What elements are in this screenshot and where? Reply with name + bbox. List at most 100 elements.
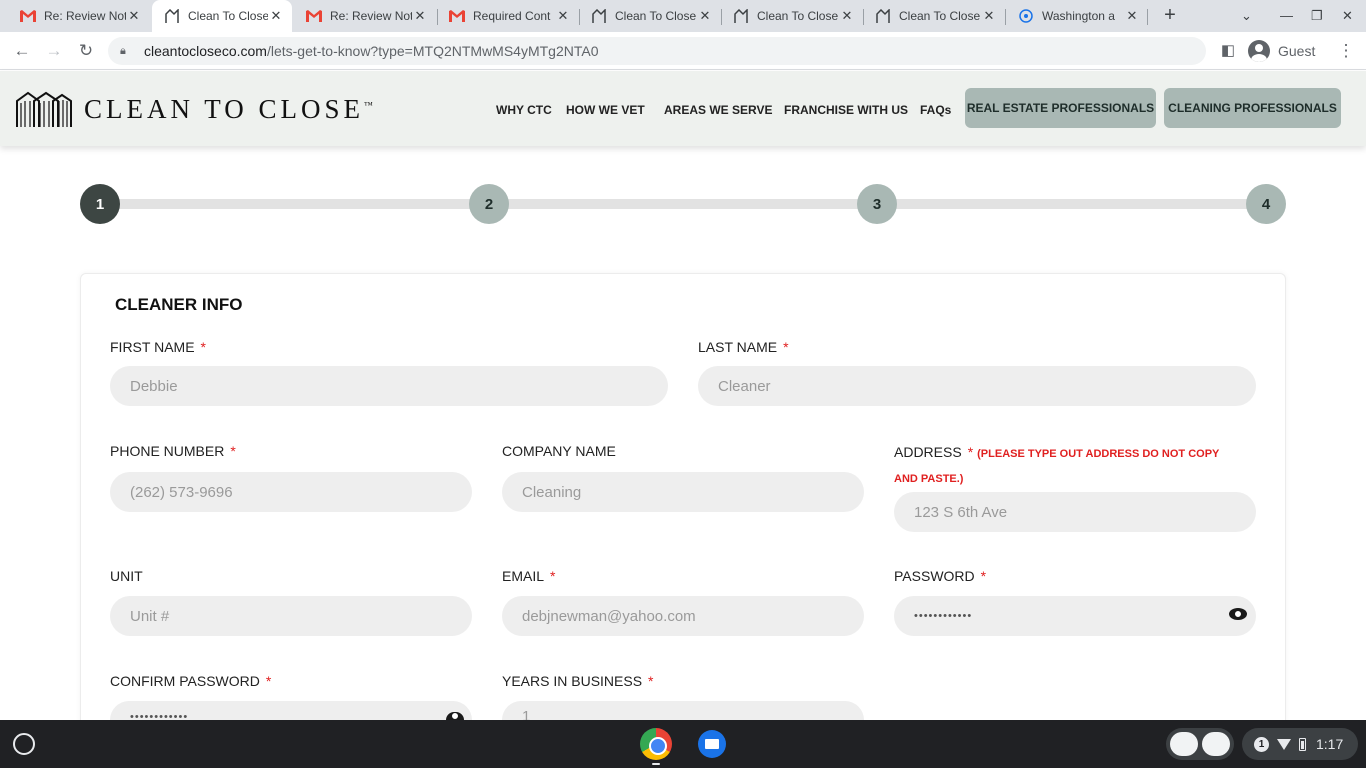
- browser-tab[interactable]: Re: Review Not ✕: [294, 0, 436, 32]
- ctc-icon: [591, 8, 607, 24]
- tab-divider: [437, 9, 438, 25]
- nav-franchise-with-us[interactable]: FRANCHISE WITH US: [784, 103, 908, 117]
- gmail-icon: [449, 8, 465, 24]
- lock-icon[interactable]: 🔒︎: [120, 45, 134, 58]
- gmail-icon: [306, 8, 322, 24]
- new-tab-icon[interactable]: +: [1160, 5, 1180, 26]
- chrome-app-icon[interactable]: [640, 728, 672, 760]
- section-title: CLEANER INFO: [115, 295, 243, 314]
- browser-tab-strip: Re: Review Not ✕ Clean To Close ✕ Re: Re…: [0, 0, 1366, 32]
- password-field[interactable]: [894, 596, 1256, 636]
- browser-tab[interactable]: Clean To Close ✕: [863, 0, 1005, 32]
- step-4[interactable]: 4: [1246, 184, 1286, 224]
- phone-label: PHONE NUMBER *: [110, 443, 236, 459]
- browser-toolbar: ← → ↻ 🔒︎ cleantocloseco.com/lets-get-to-…: [0, 32, 1366, 70]
- nav-how-we-vet[interactable]: HOW WE VET: [566, 103, 645, 117]
- close-tab-icon[interactable]: ✕: [839, 8, 855, 24]
- back-icon[interactable]: ←: [12, 41, 32, 61]
- tab-title: Re: Review Not: [44, 9, 126, 23]
- cleaning-professionals-button[interactable]: CLEANING PROFESSIONALS: [1164, 88, 1341, 128]
- first-name-field[interactable]: [110, 366, 668, 406]
- forward-icon[interactable]: →: [44, 41, 64, 61]
- step-1[interactable]: 1: [80, 184, 120, 224]
- profile-label: Guest: [1278, 43, 1316, 59]
- browser-tab[interactable]: Clean To Close ✕: [579, 0, 721, 32]
- tab-title: Re: Review Not: [330, 9, 412, 23]
- site-icon: [1018, 8, 1034, 24]
- browser-tab[interactable]: Clean To Close ✕: [721, 0, 863, 32]
- url-host: cleantocloseco.com: [144, 43, 267, 59]
- minimize-icon[interactable]: —: [1280, 8, 1293, 23]
- close-tab-icon[interactable]: ✕: [268, 8, 284, 24]
- reload-icon[interactable]: ↻: [76, 41, 96, 61]
- close-tab-icon[interactable]: ✕: [697, 8, 713, 24]
- address-label: ADDRESS * (PLEASE TYPE OUT ADDRESS DO NOT …: [894, 444, 1220, 485]
- close-tab-icon[interactable]: ✕: [412, 8, 428, 24]
- status-tray[interactable]: 1 1:17: [1242, 728, 1358, 760]
- tab-title: Required Cont: [473, 9, 551, 23]
- close-window-icon[interactable]: ✕: [1342, 8, 1353, 24]
- browser-tab-active[interactable]: Clean To Close ✕: [152, 0, 292, 32]
- buildings-logo-icon: [16, 91, 72, 127]
- screenshot-thumbnail[interactable]: [1170, 732, 1198, 756]
- nav-areas-we-serve[interactable]: AREAS WE SERVE: [664, 103, 772, 117]
- os-shelf: [0, 720, 1366, 768]
- unit-label: UNIT: [110, 568, 143, 584]
- side-panel-icon[interactable]: ◧: [1218, 41, 1238, 61]
- email-label: EMAIL *: [502, 568, 556, 584]
- confirm-password-label: CONFIRM PASSWORD *: [110, 673, 272, 689]
- real-estate-professionals-button[interactable]: REAL ESTATE PROFESSIONALS: [965, 88, 1156, 128]
- tab-title: Clean To Close: [615, 9, 697, 23]
- screenshot-thumbnail[interactable]: [1202, 732, 1230, 756]
- close-tab-icon[interactable]: ✕: [1124, 8, 1140, 24]
- step-2[interactable]: 2: [469, 184, 509, 224]
- tab-title: Clean To Close: [899, 9, 981, 23]
- profile-button[interactable]: Guest: [1248, 37, 1315, 65]
- ctc-icon: [733, 8, 749, 24]
- browser-tab[interactable]: Required Cont ✕: [437, 0, 579, 32]
- launcher-icon[interactable]: [13, 733, 35, 755]
- email-field[interactable]: [502, 596, 864, 636]
- maximize-icon[interactable]: ❐: [1311, 8, 1323, 24]
- clock: 1:17: [1316, 736, 1344, 752]
- unit-field[interactable]: [110, 596, 472, 636]
- site-header: CLEAN TO CLOSE™ WHY CTC HOW WE VET AREAS…: [0, 71, 1366, 146]
- ctc-icon: [164, 8, 180, 24]
- address-bar[interactable]: 🔒︎ cleantocloseco.com/lets-get-to-know?t…: [108, 37, 1206, 65]
- close-tab-icon[interactable]: ✕: [126, 8, 142, 24]
- password-label: PASSWORD *: [894, 568, 987, 584]
- show-confirm-password-icon[interactable]: [446, 712, 464, 720]
- tab-search-icon[interactable]: ⌄: [1241, 8, 1252, 24]
- tab-divider: [579, 9, 580, 25]
- avatar-icon: [1248, 40, 1270, 62]
- close-tab-icon[interactable]: ✕: [981, 8, 997, 24]
- years-in-business-field[interactable]: [502, 701, 864, 720]
- url-path: /lets-get-to-know?type=MTQ2NTMwMS4yMTg2N…: [266, 43, 599, 59]
- stepper-track: [100, 199, 1266, 209]
- running-indicator: [652, 763, 660, 765]
- tab-divider: [863, 9, 864, 25]
- phone-field[interactable]: [110, 472, 472, 512]
- holding-space-tray[interactable]: [1166, 728, 1234, 760]
- last-name-field[interactable]: [698, 366, 1256, 406]
- browser-tab[interactable]: Washington a ✕: [1006, 0, 1148, 32]
- files-app-icon[interactable]: [698, 730, 726, 758]
- browser-tab[interactable]: Re: Review Not ✕: [8, 0, 150, 32]
- show-password-icon[interactable]: [1229, 608, 1247, 620]
- battery-icon: [1299, 737, 1306, 751]
- notification-badge: 1: [1254, 736, 1269, 752]
- nav-why-ctc[interactable]: WHY CTC: [496, 103, 552, 117]
- company-name-field[interactable]: [502, 472, 864, 512]
- site-logo[interactable]: CLEAN TO CLOSE™: [16, 91, 373, 127]
- ctc-icon: [875, 8, 891, 24]
- tab-title: Washington a: [1042, 9, 1115, 23]
- step-3[interactable]: 3: [857, 184, 897, 224]
- menu-kebab-icon[interactable]: ⋮: [1336, 41, 1356, 61]
- nav-faqs[interactable]: FAQs: [920, 103, 951, 117]
- address-field[interactable]: [894, 492, 1256, 532]
- tab-divider: [1147, 9, 1148, 25]
- confirm-password-field[interactable]: [110, 701, 472, 720]
- wifi-icon: [1277, 738, 1291, 750]
- tab-divider: [721, 9, 722, 25]
- close-tab-icon[interactable]: ✕: [555, 8, 571, 24]
